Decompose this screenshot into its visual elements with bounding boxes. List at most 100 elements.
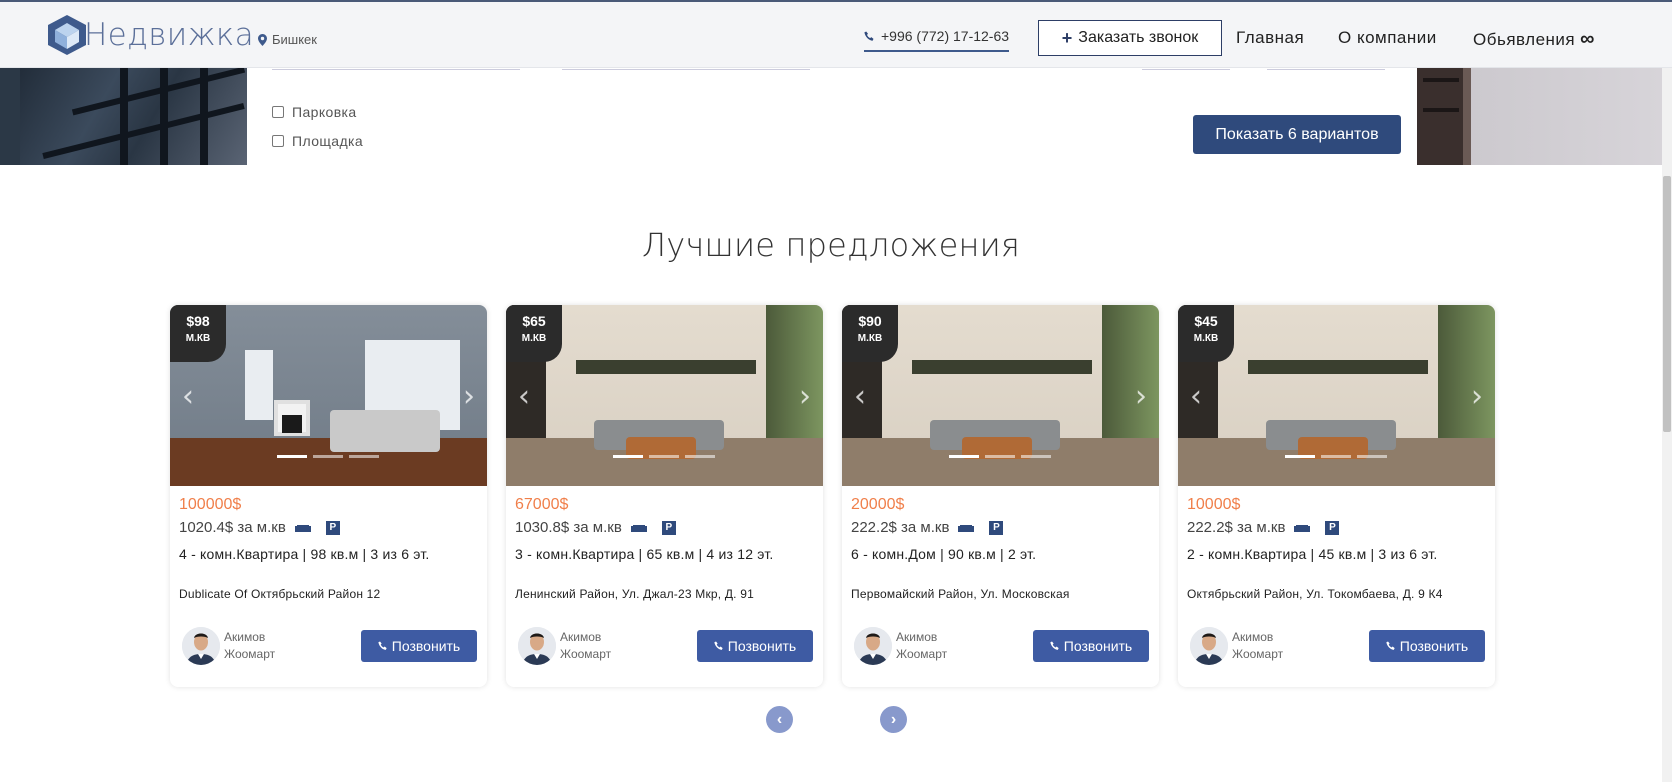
callback-button[interactable]: + Заказать звонок bbox=[1038, 20, 1222, 56]
listing-address: Ленинский Район, Ул. Джал-23 Мкр, Д. 91 bbox=[515, 587, 754, 601]
listing-card[interactable]: $65 М.КВ ‹ › 67000$ 1030.8$ за м.кв P 3 … bbox=[506, 305, 823, 687]
indicator-dot[interactable] bbox=[1357, 455, 1387, 458]
sofa-icon bbox=[630, 525, 647, 532]
parking-icon: P bbox=[989, 520, 1004, 535]
logo-cube-icon bbox=[48, 15, 86, 55]
checkbox-box[interactable] bbox=[272, 135, 284, 147]
indicator-dot[interactable] bbox=[1285, 455, 1315, 458]
call-agent-button[interactable]: Позвонить bbox=[1033, 630, 1149, 662]
agent-photo bbox=[1190, 627, 1228, 665]
indicator-dot[interactable] bbox=[313, 455, 343, 458]
listing-photo[interactable]: $65 М.КВ ‹ › bbox=[506, 305, 823, 486]
hero-image-right bbox=[1417, 68, 1662, 165]
photo-prev-arrow-icon[interactable]: ‹ bbox=[182, 379, 194, 414]
badge-price: $65 bbox=[522, 313, 546, 329]
plus-icon: + bbox=[1061, 27, 1073, 48]
parking-checkbox[interactable]: Парковка bbox=[272, 104, 357, 120]
indicator-dot[interactable] bbox=[649, 455, 679, 458]
indicator-dot[interactable] bbox=[349, 455, 379, 458]
agent-last-name: Жоомарт bbox=[560, 647, 612, 661]
listing-price: 10000$ bbox=[1187, 496, 1241, 513]
badge-unit: М.КВ bbox=[185, 333, 211, 344]
carousel-next-button[interactable]: › bbox=[880, 706, 907, 733]
photo-indicators bbox=[949, 455, 1051, 458]
indicator-dot[interactable] bbox=[685, 455, 715, 458]
phone-link[interactable]: +996 (772) 17-12-63 bbox=[864, 28, 1010, 52]
listing-photo[interactable]: $90 М.КВ ‹ › bbox=[842, 305, 1159, 486]
photo-next-arrow-icon[interactable]: › bbox=[1471, 379, 1483, 414]
indicator-dot[interactable] bbox=[985, 455, 1015, 458]
show-results-button[interactable]: Показать 6 вариантов bbox=[1193, 115, 1401, 154]
photo-prev-arrow-icon[interactable]: ‹ bbox=[854, 379, 866, 414]
agent-avatar bbox=[1190, 627, 1228, 665]
city-label: Бишкек bbox=[272, 32, 317, 47]
photo-indicators bbox=[1285, 455, 1387, 458]
call-agent-button[interactable]: Позвонить bbox=[697, 630, 813, 662]
indicator-dot[interactable] bbox=[277, 455, 307, 458]
playground-checkbox[interactable]: Площадка bbox=[272, 133, 363, 149]
badge-price: $98 bbox=[186, 313, 210, 329]
listing-card[interactable]: $45 М.КВ ‹ › 10000$ 222.2$ за м.кв P 2 -… bbox=[1178, 305, 1495, 687]
badge-price: $90 bbox=[858, 313, 882, 329]
photo-prev-arrow-icon[interactable]: ‹ bbox=[518, 379, 530, 414]
agent-photo bbox=[182, 627, 220, 665]
parking-icon: P bbox=[325, 520, 340, 535]
photo-indicators bbox=[613, 455, 715, 458]
call-label: Позвонить bbox=[727, 638, 797, 654]
phone-icon bbox=[864, 31, 874, 41]
photo-indicators bbox=[277, 455, 379, 458]
phone-icon bbox=[714, 641, 723, 650]
agent-last-name: Жоомарт bbox=[224, 647, 276, 661]
sofa-icon bbox=[1294, 525, 1311, 532]
logo-text: Недвижка bbox=[84, 17, 254, 53]
price-per-sqm-badge: $65 М.КВ bbox=[506, 305, 562, 362]
indicator-dot[interactable] bbox=[1021, 455, 1051, 458]
price-per-sqm-badge: $98 М.КВ bbox=[170, 305, 226, 362]
sofa-icon bbox=[958, 525, 975, 532]
chevron-left-icon: ‹ bbox=[776, 710, 783, 728]
badge-unit: М.КВ bbox=[1193, 333, 1219, 344]
checkbox-box[interactable] bbox=[272, 106, 284, 118]
call-agent-button[interactable]: Позвонить bbox=[1369, 630, 1485, 662]
listing-card[interactable]: $98 М.КВ ‹ › 100000$ 1020.4$ за м.кв P 4… bbox=[170, 305, 487, 687]
indicator-dot[interactable] bbox=[613, 455, 643, 458]
city-selector[interactable]: Бишкек bbox=[258, 32, 317, 47]
listing-card[interactable]: $90 М.КВ ‹ › 20000$ 222.2$ за м.кв P 6 -… bbox=[842, 305, 1159, 687]
call-label: Позвонить bbox=[391, 638, 461, 654]
phone-icon bbox=[1386, 641, 1395, 650]
parking-icon: P bbox=[1325, 520, 1340, 535]
scrollbar-thumb[interactable] bbox=[1663, 176, 1671, 432]
agent-name: Акимов Жоомарт bbox=[1232, 629, 1283, 663]
nav-about[interactable]: О компании bbox=[1338, 28, 1437, 48]
listing-price-per-sqm: 1030.8$ за м.кв P bbox=[515, 519, 676, 536]
listing-summary: 3 - комн.Квартира | 65 кв.м | 4 из 12 эт… bbox=[515, 546, 774, 562]
agent-name: Акимов Жоомарт bbox=[560, 629, 611, 663]
carousel-prev-button[interactable]: ‹ bbox=[766, 706, 793, 733]
listing-photo[interactable]: $45 М.КВ ‹ › bbox=[1178, 305, 1495, 486]
agent-last-name: Жоомарт bbox=[1232, 647, 1284, 661]
photo-next-arrow-icon[interactable]: › bbox=[463, 379, 475, 414]
per-sqm-value: 1030.8$ за м.кв bbox=[515, 519, 622, 536]
photo-next-arrow-icon[interactable]: › bbox=[1135, 379, 1147, 414]
per-sqm-value: 1020.4$ за м.кв bbox=[179, 519, 286, 536]
agent-name: Акимов Жоомарт bbox=[224, 629, 275, 663]
badge-price: $45 bbox=[1194, 313, 1218, 329]
per-sqm-value: 222.2$ за м.кв bbox=[1187, 519, 1286, 536]
nav-home[interactable]: Главная bbox=[1236, 28, 1304, 48]
price-per-sqm-badge: $90 М.КВ bbox=[842, 305, 898, 362]
listing-price: 100000$ bbox=[179, 496, 242, 513]
indicator-dot[interactable] bbox=[949, 455, 979, 458]
listing-price-per-sqm: 222.2$ за м.кв P bbox=[851, 519, 1004, 536]
logo[interactable]: Недвижка bbox=[46, 12, 254, 58]
listing-photo[interactable]: $98 М.КВ ‹ › bbox=[170, 305, 487, 486]
nav-listings[interactable]: Обьявления ∞ bbox=[1473, 28, 1595, 51]
photo-prev-arrow-icon[interactable]: ‹ bbox=[1190, 379, 1202, 414]
listing-summary: 4 - комн.Квартира | 98 кв.м | 3 из 6 эт. bbox=[179, 546, 430, 562]
price-per-sqm-badge: $45 М.КВ bbox=[1178, 305, 1234, 362]
phone-number: +996 (772) 17-12-63 bbox=[881, 28, 1010, 44]
agent-first-name: Акимов bbox=[560, 630, 602, 644]
call-agent-button[interactable]: Позвонить bbox=[361, 630, 477, 662]
photo-next-arrow-icon[interactable]: › bbox=[799, 379, 811, 414]
indicator-dot[interactable] bbox=[1321, 455, 1351, 458]
agent-last-name: Жоомарт bbox=[896, 647, 948, 661]
